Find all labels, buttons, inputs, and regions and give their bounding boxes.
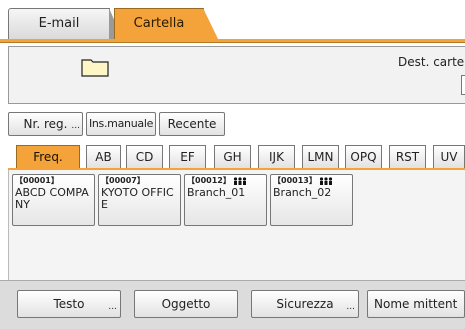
address-entries-panel: 【00001】 ABCD COMPANY 【00007】 KYOTO OFFIC… (8, 170, 465, 280)
group-icon (319, 177, 332, 185)
group-icon (233, 177, 246, 185)
sender-name-button[interactable]: Nome mittent (367, 290, 465, 318)
tab-email[interactable]: E-mail (8, 8, 123, 40)
destination-field[interactable]: F (461, 75, 465, 95)
index-tab-label: CD (135, 150, 154, 164)
index-tab-rst[interactable]: RST (389, 145, 426, 169)
index-tab-label: EF (180, 150, 195, 164)
index-tab-gh[interactable]: GH (214, 145, 251, 169)
manual-entry-label: Ins.manuale (88, 117, 154, 130)
security-button-ellipsis: ... (346, 302, 355, 312)
subject-button-label: Oggetto (161, 297, 211, 311)
address-entry[interactable]: 【00007】 KYOTO OFFICE (98, 174, 181, 226)
tab-folder-label: Cartella (133, 16, 185, 31)
index-tab-label: UV (440, 150, 458, 164)
index-tab-cd[interactable]: CD (126, 145, 163, 169)
text-button[interactable]: Testo ... (17, 290, 121, 318)
tab-email-label: E-mail (38, 16, 80, 31)
text-button-label: Testo (53, 297, 85, 311)
destination-panel: Dest. cartell F (8, 46, 465, 104)
index-tab-freq[interactable]: Freq. (16, 145, 80, 169)
entry-reg-row: 【00013】 (273, 176, 350, 186)
index-tab-ijk[interactable]: IJK (258, 145, 295, 169)
entry-reg-row: 【00012】 (187, 176, 264, 186)
entry-name: KYOTO OFFICE (101, 186, 174, 211)
security-button[interactable]: Sicurezza ... (251, 290, 359, 318)
entry-reg-number: 【00007】 (101, 176, 145, 185)
index-tab-ab[interactable]: AB (86, 145, 121, 169)
entry-name: ABCD COMPANY (15, 186, 89, 211)
folder-icon (81, 59, 109, 77)
destination-label: Dest. cartell (398, 55, 465, 69)
index-tab-uv[interactable]: UV (433, 145, 465, 169)
nr-reg-ellipsis: ... (71, 121, 80, 131)
index-tab-label: LMN (307, 150, 334, 164)
address-entry[interactable]: 【00012】 Branch_01 (184, 174, 267, 226)
index-tab-opq[interactable]: OPQ (345, 145, 382, 169)
entry-reg-number: 【00013】 (273, 176, 317, 185)
nr-reg-button[interactable]: Nr. reg. ... (8, 112, 83, 136)
index-tab-label: GH (223, 150, 242, 164)
tab-underline (0, 39, 465, 43)
sender-name-label: Nome mittent (374, 297, 458, 311)
manual-entry-button[interactable]: Ins.manuale (86, 112, 156, 136)
recent-button[interactable]: Recente (159, 112, 225, 136)
index-tab-label: OPQ (350, 150, 377, 164)
index-tab-label: RST (395, 150, 420, 164)
index-tab-label: AB (95, 150, 112, 164)
entry-reg-number: 【00012】 (187, 176, 231, 185)
text-button-ellipsis: ... (108, 302, 117, 312)
index-tab-label: Freq. (33, 150, 63, 164)
entry-name: Branch_01 (187, 186, 246, 199)
security-button-label: Sicurezza (276, 297, 334, 311)
index-tab-lmn[interactable]: LMN (302, 145, 339, 169)
address-entry[interactable]: 【00013】 Branch_02 (270, 174, 353, 226)
tab-folder[interactable]: Cartella (114, 8, 219, 41)
bottom-toolbar: Testo ... Oggetto Sicurezza ... Nome mit… (0, 280, 465, 329)
index-tab-ef[interactable]: EF (169, 145, 206, 169)
index-tab-label: IJK (269, 150, 284, 164)
recent-label: Recente (167, 117, 217, 131)
address-entry[interactable]: 【00001】 ABCD COMPANY (12, 174, 95, 226)
entry-reg-number: 【00001】 (15, 176, 59, 185)
entry-name: Branch_02 (273, 186, 332, 199)
nr-reg-label: Nr. reg. (23, 117, 68, 131)
subject-button[interactable]: Oggetto (134, 290, 238, 318)
